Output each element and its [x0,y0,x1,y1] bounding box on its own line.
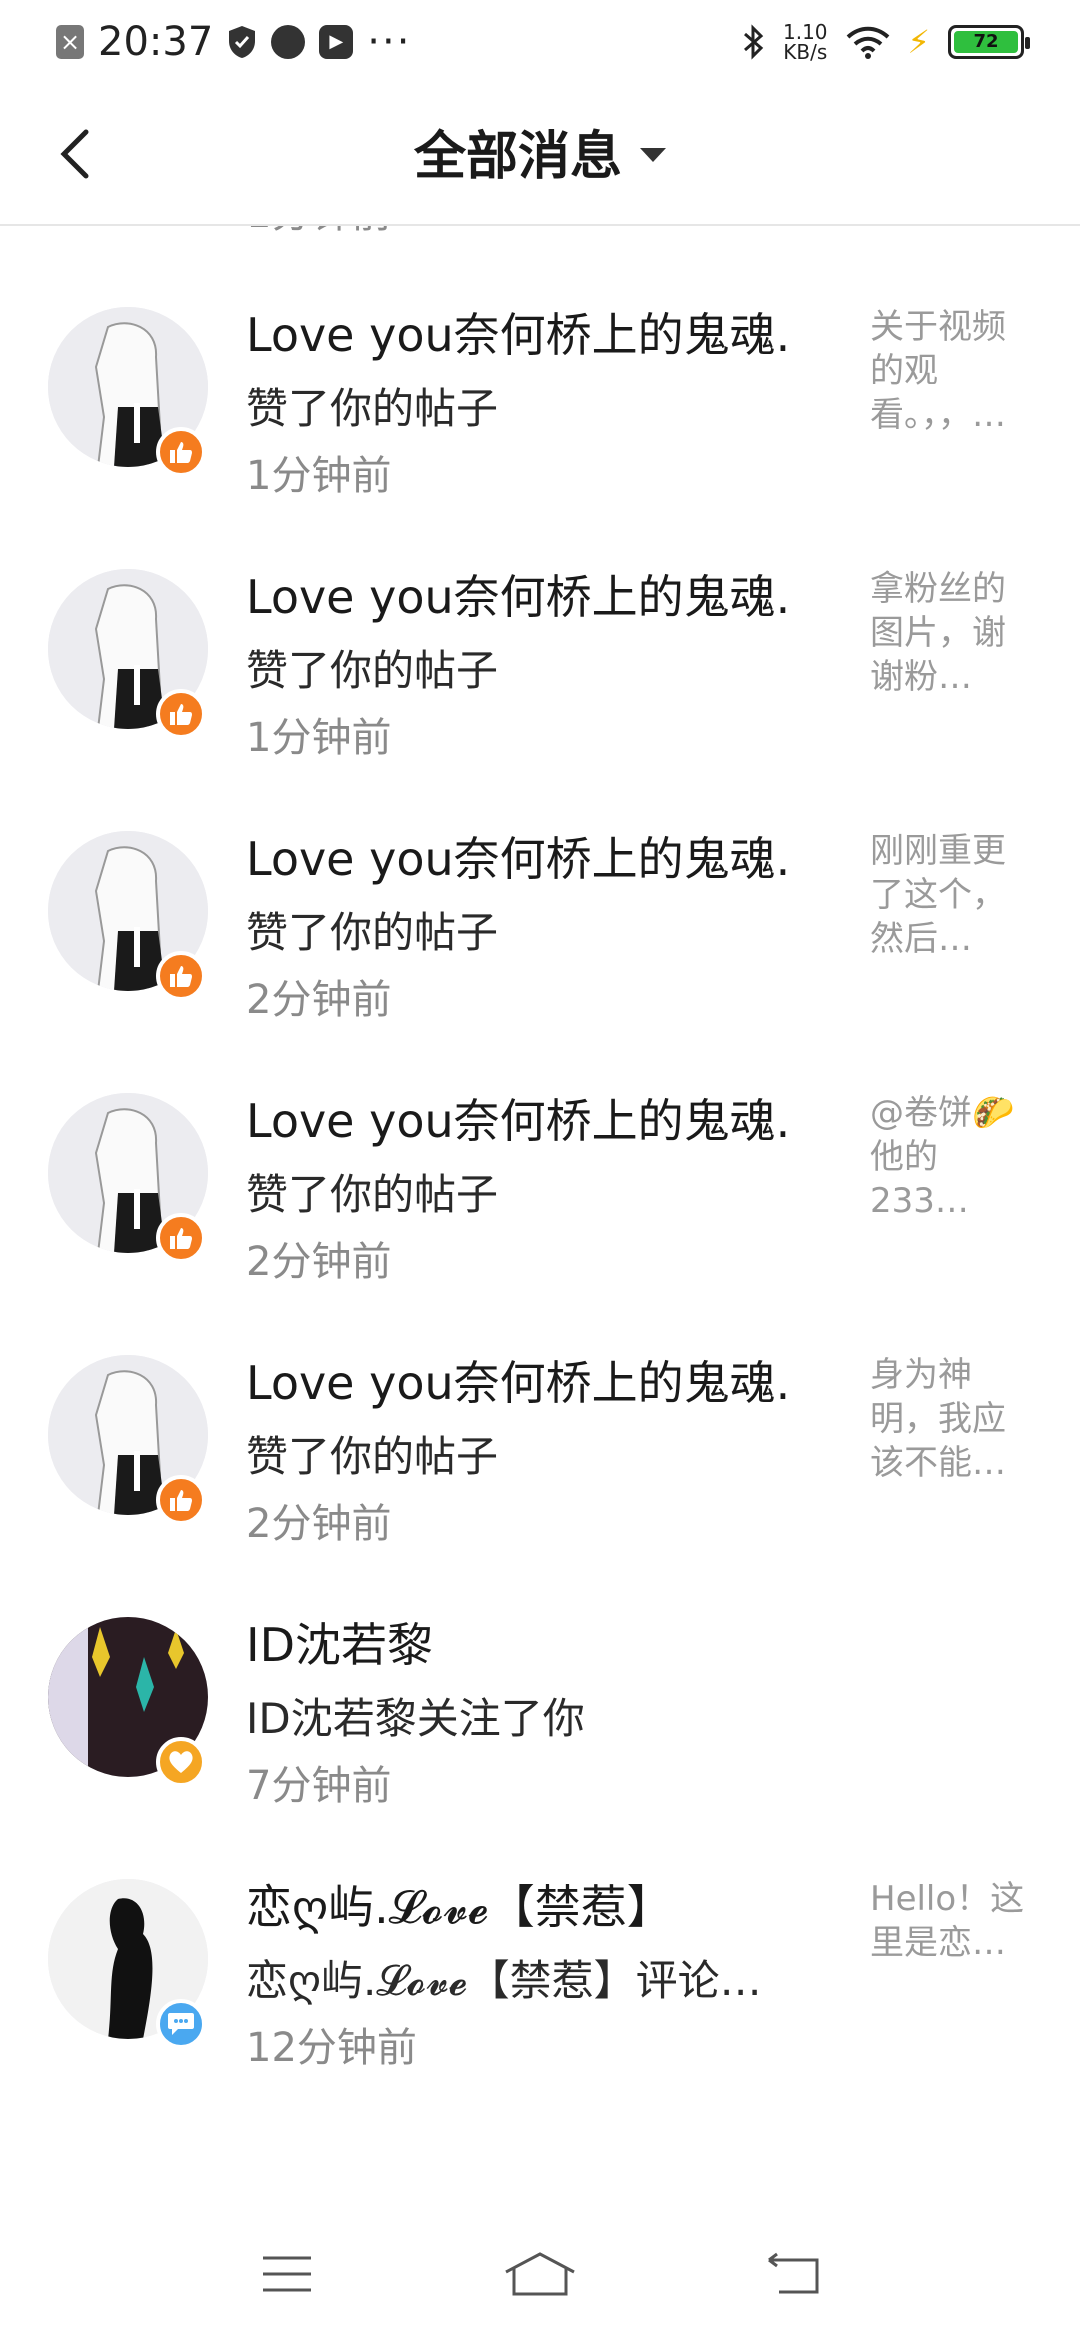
sender-name[interactable]: Love you奈何桥上的鬼魂. [246,1347,816,1413]
sender-name[interactable]: Love you奈何桥上的鬼魂. [246,299,816,365]
charging-icon: ⚡ [907,23,930,61]
caret-down-icon [640,147,666,162]
message-type-badge [156,1999,206,2049]
sender-name[interactable]: ID沈若黎 [246,1609,816,1675]
app-header: 全部消息 [0,84,1080,226]
message-action: 赞了你的帖子 [246,384,499,433]
sender-name[interactable]: Love you奈何桥上的鬼魂. [246,561,816,627]
message-time: 7分钟前 [246,1763,392,1809]
thumbs-up-icon [170,1490,192,1511]
message-time: 2分钟前 [246,977,392,1023]
message-row[interactable]: ID沈若黎 ID沈若黎关注了你 7分钟前 [0,1565,1080,1827]
sender-name[interactable]: Love you奈何桥上的鬼魂. [246,1085,816,1151]
thumbs-up-icon [170,1228,192,1249]
message-time: 12分钟前 [246,2025,417,2071]
message-action: 赞了你的帖子 [246,908,499,957]
message-type-badge [156,951,206,1001]
message-row[interactable]: 恋ღ屿.𝓛𝓸𝓿𝓮【禁惹】恋ღ屿.𝓛𝓸𝓿𝓮【禁惹】评论… 12分钟前 Hello！这里… [0,1827,1080,2089]
post-preview[interactable] [870,1615,1030,1755]
message-action: 赞了你的帖子 [246,646,499,695]
chat-bubble-icon [168,2013,194,2035]
battery-level: 72 [954,31,1018,53]
play-icon: ▶ [319,25,354,59]
message-type-badge [156,689,206,739]
message-type-badge [156,1213,206,1263]
message-action: ID沈若黎关注了你 [246,1694,585,1743]
message-time: 1分钟前 [246,715,392,761]
wifi-icon [846,25,890,59]
status-bar: × 20:37 ▶ ··· 1.10 KB/s ⚡ 72 [0,0,1080,84]
message-type-badge [156,1475,206,1525]
menu-button[interactable] [232,2234,342,2314]
post-preview[interactable]: 关于视频的观看。，，… [870,305,1030,445]
status-time: 20:37 [98,19,214,65]
return-button[interactable] [738,2234,848,2314]
heart-icon [169,1751,193,1773]
message-time: 2分钟前 [246,1501,392,1547]
post-preview[interactable]: @卷饼🌮他的233… [870,1091,1030,1231]
message-list[interactable]: 赞了你的帖子1分钟前关于点赞。。… Love you奈何桥上的鬼魂.赞了你的帖子… [0,128,1080,2208]
return-icon [768,2252,819,2294]
message-row[interactable]: Love you奈何桥上的鬼魂. 赞了你的帖子 2分钟前 刚刚重更了这个，然后… [0,779,1080,1041]
post-preview[interactable]: Hello！这里是恋… [870,1877,1030,2017]
more-notifications-icon: ··· [367,19,412,65]
sender-name[interactable]: 恋ღ屿.𝓛𝓸𝓿𝓮【禁惹】 [246,1871,816,1937]
bluetooth-icon [743,24,765,60]
thumbs-up-icon [170,704,192,725]
battery-icon: 72 [948,25,1030,59]
notification-close-icon: × [56,25,84,59]
message-row[interactable]: Love you奈何桥上的鬼魂. 赞了你的帖子 2分钟前 身为神明，我应该不能… [0,1303,1080,1565]
message-action: 赞了你的帖子 [246,1432,499,1481]
home-button[interactable] [485,2234,595,2314]
message-type-badge [156,1737,206,1787]
message-row[interactable]: Love you奈何桥上的鬼魂. 赞了你的帖子 1分钟前 拿粉丝的图片，谢谢粉… [0,517,1080,779]
message-time: 2分钟前 [246,1239,392,1285]
net-speed-unit: KB/s [783,40,828,64]
net-speed-value: 1.10 [783,20,828,44]
thumbs-up-icon [170,442,192,463]
home-icon [505,2252,575,2296]
shield-icon [227,25,257,59]
thumbs-up-icon [170,966,192,987]
menu-icon [262,2256,311,2292]
message-filter-dropdown[interactable]: 全部消息 [0,114,1080,189]
page-title: 全部消息 [413,127,622,187]
network-speed: 1.10 KB/s [783,22,828,62]
system-navigation-bar [0,2208,1080,2340]
message-row[interactable]: Love you奈何桥上的鬼魂. 赞了你的帖子 1分钟前 关于视频的观看。，，… [0,255,1080,517]
app-notification-icon [271,25,306,59]
message-row[interactable]: Love you奈何桥上的鬼魂. 赞了你的帖子 2分钟前 @卷饼🌮他的233… [0,1041,1080,1303]
message-type-badge [156,427,206,477]
post-preview[interactable]: 身为神明，我应该不能… [870,1353,1030,1493]
sender-name[interactable]: Love you奈何桥上的鬼魂. [246,823,816,889]
message-time: 1分钟前 [246,453,392,499]
message-action: 恋ღ屿.𝓛𝓸𝓿𝓮【禁惹】评论… [246,1956,762,2005]
post-preview[interactable]: 刚刚重更了这个，然后… [870,829,1030,969]
message-action: 赞了你的帖子 [246,1170,499,1219]
post-preview[interactable]: 拿粉丝的图片，谢谢粉… [870,567,1030,707]
